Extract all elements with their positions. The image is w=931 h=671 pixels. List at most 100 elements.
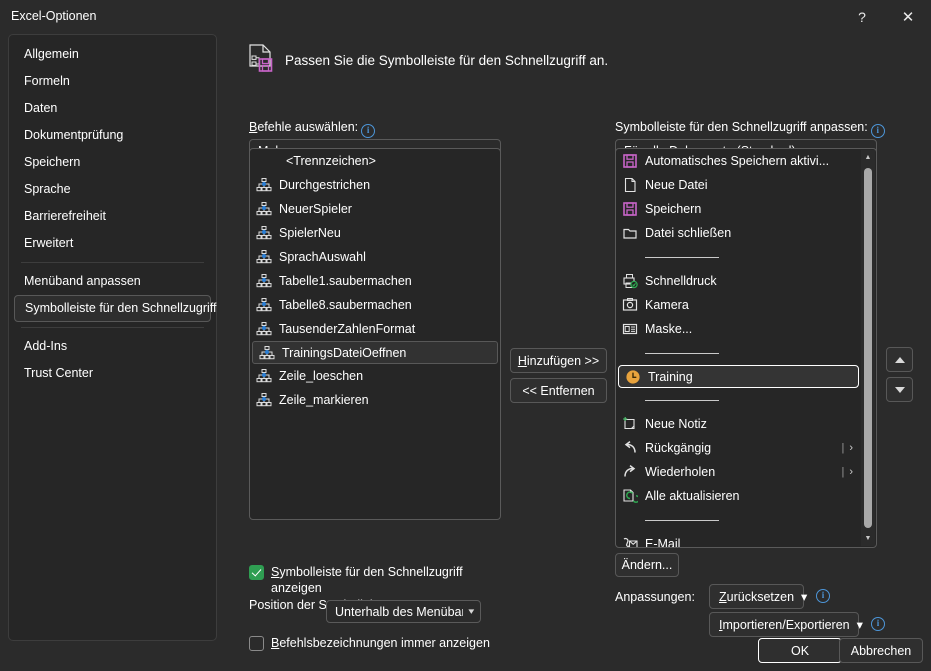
help-button[interactable]: ?: [839, 0, 885, 34]
title-bar: Excel-Optionen ? ✕: [0, 0, 931, 34]
sidebar-item-symbolleiste-f-r-den-schnellzugriff[interactable]: Symbolleiste für den Schnellzugriff: [14, 295, 217, 322]
new-file-icon: [622, 177, 638, 193]
sidebar-item-add-ins[interactable]: Add-Ins: [14, 333, 211, 360]
list-item-label: Neue Datei: [645, 178, 708, 192]
modify-button[interactable]: Ändern...: [615, 553, 679, 577]
add-button[interactable]: Hinzufügen >>: [510, 348, 607, 373]
sidebar-item-trust-center[interactable]: Trust Center: [14, 360, 211, 387]
submenu-indicator[interactable]: | ›: [841, 466, 853, 478]
info-icon[interactable]: i: [361, 124, 376, 138]
available-commands-list[interactable]: <Trennzeichen> Durchgestrichen NeuerSpiele…: [249, 148, 501, 520]
list-separator[interactable]: [616, 508, 861, 532]
cancel-button[interactable]: Abbrechen: [839, 638, 923, 663]
show-toolbar-checkbox-row[interactable]: Symbolleiste für den Schnellzugriff anze…: [249, 564, 464, 596]
list-item[interactable]: Tabelle1.saubermachen: [250, 269, 500, 293]
list-item[interactable]: Schnelldruck: [616, 269, 861, 293]
list-item[interactable]: NeuerSpieler: [250, 197, 500, 221]
macro-icon: [256, 225, 272, 241]
sidebar-item-label: Symbolleiste für den Schnellzugriff: [25, 301, 217, 315]
remove-button[interactable]: << Entfernen: [510, 378, 607, 403]
list-item[interactable]: Datei schließen: [616, 221, 861, 245]
list-item[interactable]: Automatisches Speichern aktivi...: [616, 149, 861, 173]
list-item[interactable]: Wiederholen | ›: [616, 460, 861, 484]
list-separator[interactable]: [616, 341, 861, 365]
reset-button[interactable]: Zurücksetzen ▾: [709, 584, 807, 609]
list-item-label: Speichern: [645, 202, 702, 216]
list-item[interactable]: TrainingsDateiOeffnen: [252, 341, 498, 364]
info-icon[interactable]: i: [870, 124, 885, 138]
move-down-button[interactable]: [886, 377, 913, 402]
sidebar-item-formeln[interactable]: Formeln: [14, 68, 211, 95]
list-separator[interactable]: [616, 388, 861, 412]
new-note-icon: [622, 416, 638, 432]
submenu-divider: |: [841, 466, 845, 478]
list-item[interactable]: Neue Datei: [616, 173, 861, 197]
sidebar-item-dokumentpr-fung[interactable]: Dokumentprüfung: [14, 122, 211, 149]
list-item[interactable]: Tabelle8.saubermachen: [250, 293, 500, 317]
page-header: Passen Sie die Symbolleiste für den Schn…: [248, 44, 608, 77]
info-icon[interactable]: i: [871, 617, 885, 631]
scroll-down-icon[interactable]: ▼: [861, 531, 875, 546]
list-item-label: SpielerNeu: [279, 226, 341, 240]
macro-icon: [256, 177, 272, 193]
sidebar-item-sprache[interactable]: Sprache: [14, 176, 211, 203]
sidebar-item-speichern[interactable]: Speichern: [14, 149, 211, 176]
clock-orange-icon: [625, 369, 641, 385]
list-separator[interactable]: [616, 245, 861, 269]
macro-icon: [256, 249, 272, 265]
list-item[interactable]: Zeile_markieren: [250, 388, 500, 412]
submenu-indicator[interactable]: | ›: [841, 442, 853, 454]
list-item[interactable]: Maske...: [616, 317, 861, 341]
move-up-button[interactable]: [886, 347, 913, 372]
quick-print-icon: [622, 273, 638, 289]
list-item[interactable]: Kamera: [616, 293, 861, 317]
ok-button[interactable]: OK: [758, 638, 842, 663]
list-scrollbar[interactable]: ▲ ▼: [861, 150, 875, 546]
list-item-label: Training: [648, 369, 693, 384]
sidebar-divider: [21, 262, 204, 263]
import-export-button-label: Importieren/Exportieren: [719, 617, 850, 632]
window-title: Excel-Optionen: [11, 9, 97, 23]
sidebar-item-label: Allgemein: [24, 47, 79, 61]
list-item[interactable]: Training: [618, 365, 859, 388]
arrow-down-icon: [894, 386, 905, 393]
chevron-right-icon: ›: [849, 442, 853, 454]
toolbar-position-dropdown[interactable]: Unterhalb des Menübandes ▾: [326, 600, 481, 623]
dialog-footer: OK Abbrechen: [0, 634, 931, 671]
list-item[interactable]: Speichern: [616, 197, 861, 221]
email-icon: [622, 536, 638, 547]
list-item[interactable]: Rückgängig | ›: [616, 436, 861, 460]
sidebar-divider: [21, 327, 204, 328]
sidebar-item-daten[interactable]: Daten: [14, 95, 211, 122]
close-icon[interactable]: ✕: [885, 0, 931, 34]
macro-icon: [256, 392, 272, 408]
list-item-label: SprachAuswahl: [279, 250, 366, 264]
sidebar-item-label: Sprache: [24, 182, 71, 196]
info-icon[interactable]: i: [816, 589, 830, 603]
list-item[interactable]: Durchgestrichen: [250, 173, 500, 197]
sidebar-item-allgemein[interactable]: Allgemein: [14, 41, 211, 68]
sidebar: Allgemein Formeln Daten Dokumentprüfung Spei…: [8, 34, 217, 641]
main-panel: Passen Sie die Symbolleiste für den Schn…: [232, 34, 931, 651]
scrollbar-thumb[interactable]: [864, 168, 872, 528]
list-item[interactable]: Zeile_loeschen: [250, 364, 500, 388]
remove-button-label: << Entfernen: [522, 383, 595, 398]
macro-icon: [259, 345, 275, 361]
list-item-label: Zeile_loeschen: [279, 369, 364, 383]
scroll-up-icon[interactable]: ▲: [861, 150, 875, 165]
sidebar-item-men-band-anpassen[interactable]: Menüband anpassen: [14, 268, 211, 295]
list-item[interactable]: <Trennzeichen>: [250, 149, 500, 173]
list-item-label: Datei schließen: [645, 226, 732, 240]
sidebar-item-barrierefreiheit[interactable]: Barrierefreiheit: [14, 203, 211, 230]
quick-access-toolbar-list[interactable]: Automatisches Speichern aktivi... Neue Da…: [615, 148, 877, 548]
list-item[interactable]: Neue Notiz: [616, 412, 861, 436]
list-item[interactable]: Alle aktualisieren: [616, 484, 861, 508]
show-toolbar-checkbox[interactable]: [249, 565, 264, 580]
separator-line: [645, 352, 719, 354]
sidebar-item-erweitert[interactable]: Erweitert: [14, 230, 211, 257]
list-item[interactable]: SpielerNeu: [250, 221, 500, 245]
list-item[interactable]: TausenderZahlenFormat: [250, 317, 500, 341]
list-item[interactable]: SprachAuswahl: [250, 245, 500, 269]
modify-button-label: Ändern...: [621, 558, 673, 572]
list-item[interactable]: E-Mail: [616, 532, 861, 547]
